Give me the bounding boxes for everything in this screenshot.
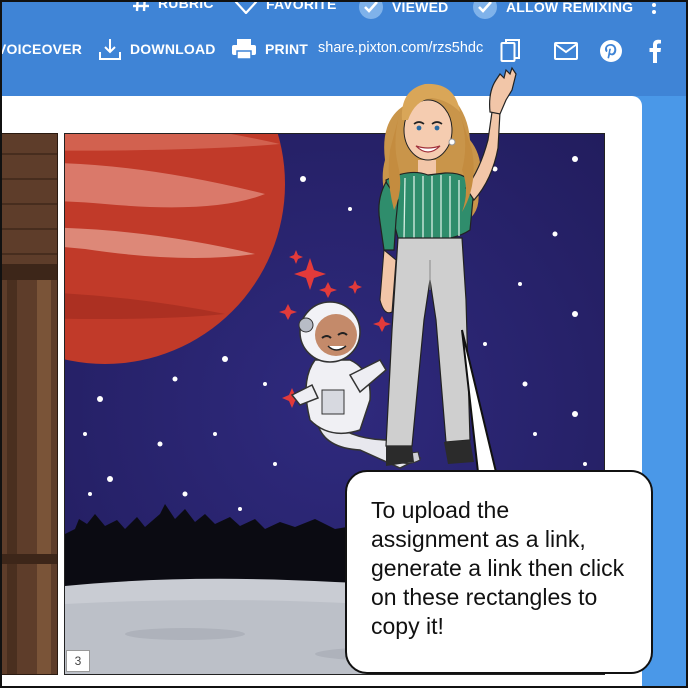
copy-link-button[interactable]	[500, 38, 522, 64]
facebook-share-button[interactable]	[648, 39, 662, 63]
email-share-button[interactable]	[554, 42, 578, 60]
heart-icon	[234, 0, 258, 14]
favorite-button[interactable]: FAVORITE	[234, 0, 337, 14]
rubric-button[interactable]: RUBRIC	[132, 0, 214, 12]
pinterest-share-button[interactable]	[599, 39, 623, 63]
mail-icon	[554, 42, 578, 60]
voiceover-label: VOICEOVER	[0, 41, 83, 57]
voiceover-button[interactable]: VOICEOVER	[0, 41, 82, 57]
favorite-label: FAVORITE	[266, 0, 337, 12]
pinterest-icon	[599, 39, 623, 63]
viewed-button[interactable]: VIEWED	[358, 0, 448, 20]
speech-bubble-text: To upload the assignment as a link, gene…	[371, 497, 625, 639]
panel-number: 3	[66, 650, 90, 672]
more-menu-button[interactable]	[650, 0, 658, 16]
speech-bubble: To upload the assignment as a link, gene…	[345, 470, 653, 674]
download-label: DOWNLOAD	[130, 41, 216, 57]
print-button[interactable]: PRINT	[231, 38, 308, 60]
more-vertical-icon	[650, 0, 658, 16]
print-label: PRINT	[265, 41, 308, 57]
viewed-label: VIEWED	[392, 0, 449, 15]
check-circle-icon	[472, 0, 498, 20]
check-circle-icon	[358, 0, 384, 20]
download-icon	[98, 37, 122, 61]
download-button[interactable]: DOWNLOAD	[98, 37, 216, 61]
comic-panel-previous[interactable]	[0, 133, 58, 675]
copy-icon	[500, 38, 522, 64]
share-link-text[interactable]: share.pixton.com/rzs5hdc	[318, 40, 483, 56]
allow-remixing-button[interactable]: ALLOW REMIXING	[472, 0, 633, 20]
wood-wall-background	[1, 134, 57, 674]
hash-icon	[132, 0, 150, 12]
toolbar-row-1: RUBRIC FAVORITE VIEWED ALLOW REMIXING	[0, 0, 688, 20]
facebook-icon	[648, 39, 662, 63]
rubric-label: RUBRIC	[158, 0, 214, 11]
toolbar: RUBRIC FAVORITE VIEWED ALLOW REMIXING VO…	[0, 0, 688, 96]
allow-remixing-label: ALLOW REMIXING	[506, 0, 634, 15]
printer-icon	[231, 38, 257, 60]
